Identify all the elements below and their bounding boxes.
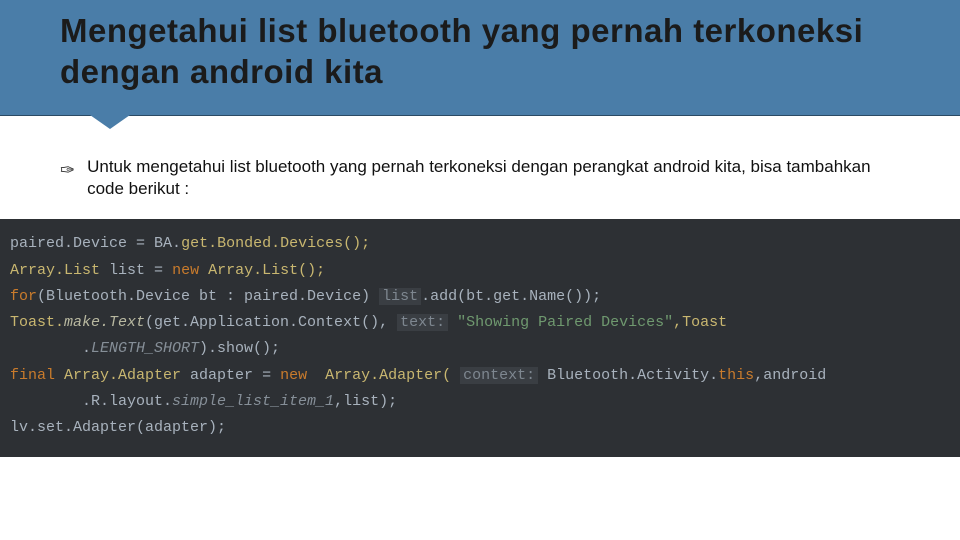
code-line-6: final Array.Adapter adapter = new Array.…: [10, 367, 826, 384]
slide-content: ✑ Untuk mengetahui list bluetooth yang p…: [0, 116, 960, 214]
bullet-text: Untuk mengetahui list bluetooth yang per…: [87, 156, 900, 202]
code-line-7: .R.layout.simple_list_item_1,list);: [10, 393, 397, 410]
code-line-2: Array.List list = new Array.List();: [10, 262, 325, 279]
code-line-8: lv.set.Adapter(adapter);: [10, 419, 226, 436]
bullet-icon: ✑: [60, 158, 75, 182]
code-line-3: for(Bluetooth.Device bt : paired.Device)…: [10, 288, 601, 305]
slide-title: Mengetahui list bluetooth yang pernah te…: [60, 10, 900, 93]
code-line-4: Toast.make.Text(get.Application.Context(…: [10, 314, 727, 331]
header-notch: [90, 115, 130, 129]
slide-header: Mengetahui list bluetooth yang pernah te…: [0, 0, 960, 116]
code-line-5: .LENGTH_SHORT).show();: [10, 340, 280, 357]
code-block: paired.Device = BA.get.Bonded.Devices();…: [0, 219, 960, 457]
bullet-item: ✑ Untuk mengetahui list bluetooth yang p…: [60, 156, 900, 202]
code-line-1: paired.Device = BA.get.Bonded.Devices();: [10, 235, 370, 252]
